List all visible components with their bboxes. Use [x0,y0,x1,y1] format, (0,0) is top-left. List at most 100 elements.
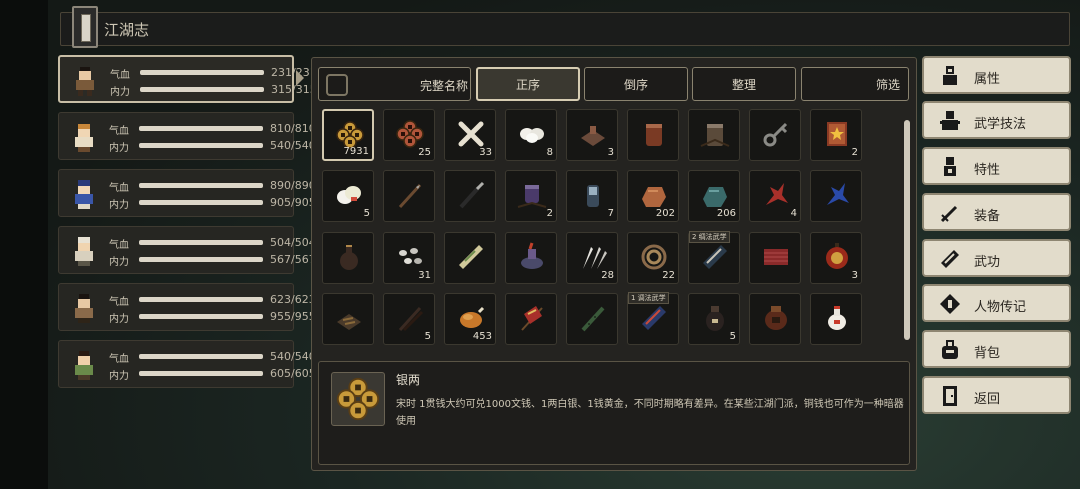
mp-label: 内力 [110,87,130,98]
item-count: 28 [601,270,614,281]
inventory-slot[interactable] [322,293,374,345]
character-card-5[interactable]: 气血 内力 623/623 955/955 [58,283,316,331]
hp-label: 气血 [110,70,130,81]
incense-burner-icon [516,241,548,273]
mp-label: 内力 [109,200,129,211]
item-count: 3 [607,147,614,158]
inventory-slot[interactable]: 33 [444,109,496,161]
item-name: 银两 [396,373,421,387]
inventory-slot[interactable]: 28 [566,232,618,284]
mp-label: 内力 [109,314,129,325]
menu-label: 人物传记 [974,300,1027,315]
menu-button-backpack[interactable]: 背包 [922,330,1071,368]
inventory-slot[interactable] [322,232,374,284]
menu-button-trait[interactable]: 特性 [922,147,1071,185]
filter-button[interactable]: 筛选 [801,67,909,101]
character-card-1[interactable]: 气血 内力 231/231 315/315 [58,55,317,103]
wine-jar-icon [760,302,792,334]
menu-button-attribute[interactable]: 属性 [922,56,1071,94]
chopsticks-icon [394,302,426,334]
inventory-slot[interactable]: 31 [383,232,435,284]
inventory-slot[interactable]: 5 [688,293,740,345]
trait-icon [938,155,962,179]
inventory-slot[interactable] [810,293,862,345]
menu-label: 属性 [974,72,1001,87]
sort-ascending-button[interactable]: 正序 [476,67,580,101]
menu-label: 返回 [974,392,1001,407]
inventory-slot[interactable]: 202 [627,170,679,222]
inventory-slot[interactable]: 7931 [322,109,374,161]
character-portrait-icon [75,351,93,380]
character-card-4[interactable]: 气血 内力 504/504 567/567 [58,226,316,274]
inventory-scrollbar[interactable] [904,120,910,340]
character-card-3[interactable]: 气血 内力 890/890 905/905 [58,169,316,217]
inventory-slot[interactable]: 25 [383,109,435,161]
coins-gold-icon [331,372,385,426]
attribute-icon [938,64,962,88]
inventory-slot[interactable]: 453 [444,293,496,345]
inventory-slot[interactable] [444,232,496,284]
inventory-slot[interactable] [444,170,496,222]
inventory-slot[interactable] [810,170,862,222]
inventory-slot[interactable]: 2 [505,170,557,222]
hp-label: 气血 [109,240,129,251]
jade-ore-icon [699,179,731,211]
character-portrait-icon [75,180,93,209]
hp-label: 气血 [109,183,129,194]
character-card-6[interactable]: 气血 内力 540/540 605/605 [58,340,316,388]
hp-value: 810/810 [270,122,316,135]
hp-bar [139,183,263,188]
inventory-slot[interactable]: 2 绸法武学 [688,231,740,284]
mp-bar [139,314,263,319]
bone-icon [455,118,487,150]
inventory-slot[interactable]: 5 [383,293,435,345]
organize-button[interactable]: 整理 [692,67,796,101]
inventory-slot[interactable]: 5 [322,170,374,222]
inventory-slot[interactable] [627,109,679,161]
mp-value: 315/315 [271,83,317,96]
item-count: 5 [424,331,431,342]
item-tag: 2 绸法武学 [689,231,730,243]
clay-jar-icon [638,118,670,150]
coins-copper-icon [394,118,426,150]
menu-button-door[interactable]: 返回 [922,376,1071,414]
inventory-slot[interactable]: 22 [627,232,679,284]
inventory-slot[interactable] [383,170,435,222]
item-count: 7931 [343,146,369,157]
inventory-slot[interactable]: 4 [749,170,801,222]
inventory-slot[interactable] [749,232,801,284]
inventory-slot[interactable]: 7 [566,170,618,222]
item-count: 7 [607,208,614,219]
character-portrait-icon [76,67,94,96]
inventory-slot[interactable] [688,109,740,161]
item-count: 202 [655,208,675,219]
character-portrait-icon [75,124,93,152]
inventory-slot[interactable]: 206 [688,170,740,222]
rice-balls-icon [516,118,548,150]
inventory-slot[interactable]: 3 [566,109,618,161]
menu-button-sword[interactable]: 装备 [922,193,1071,231]
inventory-slot[interactable] [749,293,801,345]
sort-descending-button[interactable]: 倒序 [584,67,688,101]
inventory-slot[interactable] [749,109,801,161]
hp-label: 气血 [109,126,129,137]
hp-value: 231/231 [271,66,317,79]
page-title: 江湖志 [104,21,150,39]
inventory-slot[interactable]: 3 [810,232,862,284]
inventory-slot[interactable] [505,232,557,284]
menu-label: 特性 [974,163,1001,178]
steamed-buns-icon [333,179,365,211]
inventory-slot[interactable]: 8 [505,109,557,161]
menu-button-martial-skill[interactable]: 武学技法 [922,101,1071,139]
item-count: 4 [790,208,797,219]
key-icon [760,118,792,150]
inventory-slot[interactable]: 2 [810,109,862,161]
menu-button-biography[interactable]: 人物传记 [922,284,1071,322]
rope-coil-icon [638,241,670,273]
inventory-slot[interactable] [566,293,618,345]
menu-button-book[interactable]: 武功 [922,239,1071,277]
inventory-slot[interactable] [505,293,557,345]
character-card-2[interactable]: 气血 内力 810/810 540/540 [58,112,316,160]
inventory-slot[interactable]: 1 调法武学 [627,292,679,345]
fullname-checkbox[interactable] [326,74,348,96]
